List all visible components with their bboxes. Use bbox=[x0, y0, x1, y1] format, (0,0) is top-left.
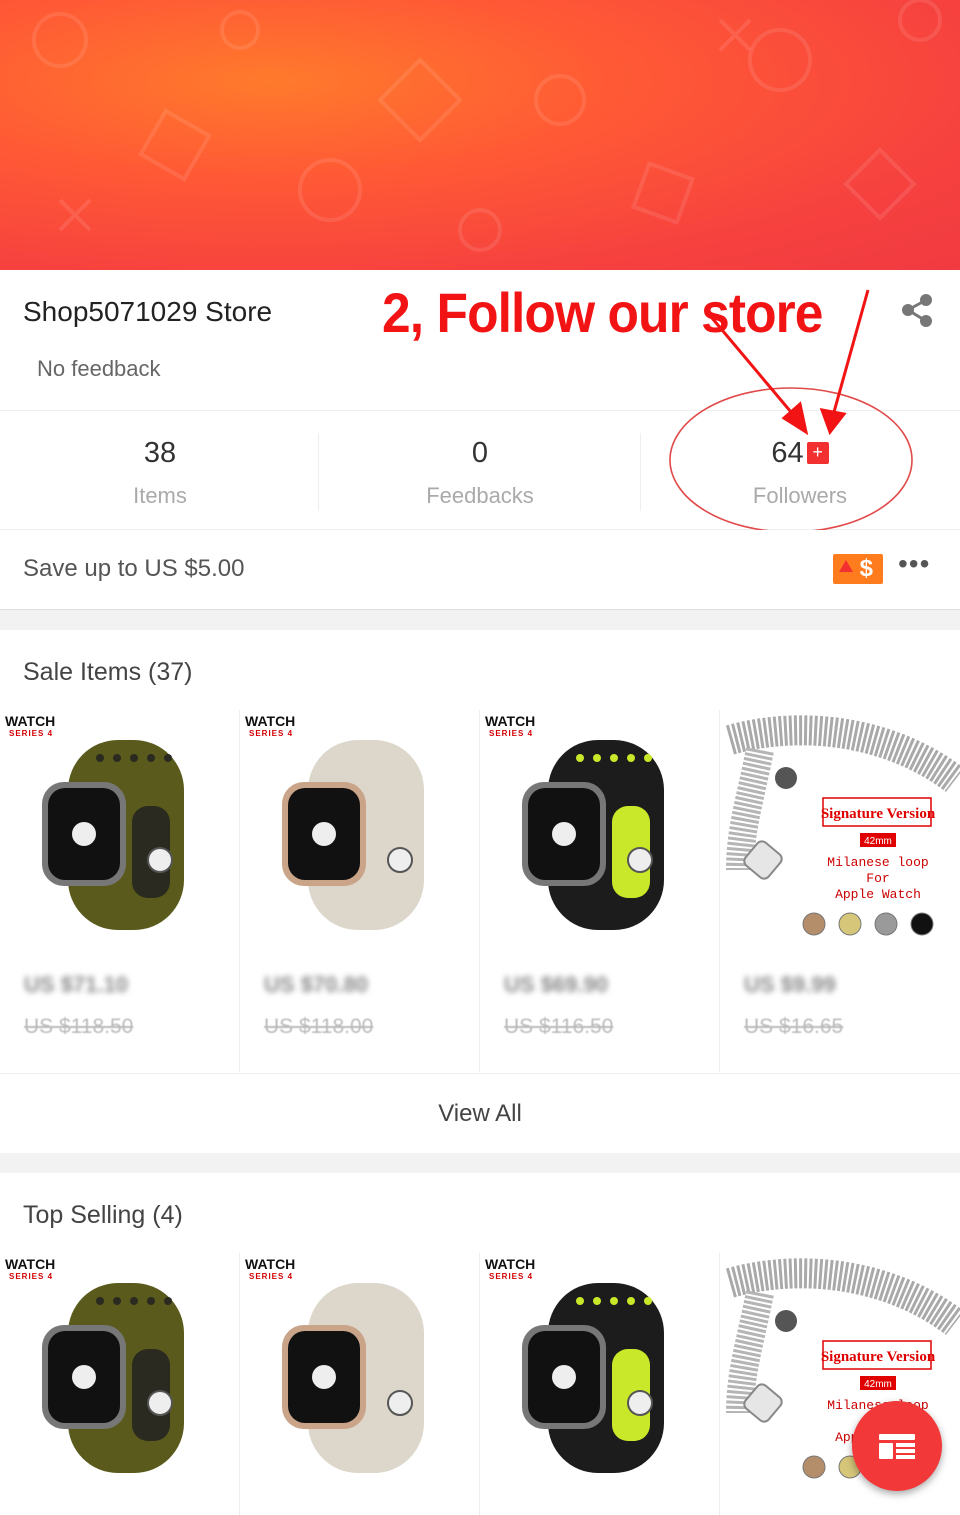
product-card[interactable]: WATCH SERIES 4 US $69.90 US $116.50 bbox=[480, 710, 720, 1072]
product-badge-sub: SERIES 4 bbox=[249, 1272, 294, 1281]
more-options-icon[interactable]: ••• bbox=[898, 550, 934, 585]
stat-feedbacks[interactable]: 0 Feedbacks bbox=[320, 411, 640, 529]
store-banner bbox=[0, 0, 960, 270]
product-card[interactable]: Signature Version 42mm Milanese loopForApp… bbox=[720, 710, 960, 1072]
items-label: Items bbox=[133, 483, 187, 508]
svg-text:For: For bbox=[866, 871, 889, 886]
svg-text:42mm: 42mm bbox=[864, 1379, 892, 1390]
followers-label: Followers bbox=[752, 483, 848, 508]
coupon-text: Save up to US $5.00 bbox=[23, 555, 245, 582]
coupon-row[interactable]: Save up to US $5.00 $ ••• bbox=[0, 530, 960, 610]
list-icon bbox=[879, 1434, 915, 1459]
product-image: Signature Version 42mm Milanese loopForApp… bbox=[725, 715, 960, 936]
banner-pattern bbox=[32, 0, 942, 252]
stat-followers[interactable]: 64 + Followers bbox=[640, 411, 960, 529]
sale-items-section: Sale Items (37) WATCH SERIES 4 US $71.10 US… bbox=[0, 630, 960, 1073]
product-original-price: US $116.50 bbox=[504, 1015, 614, 1038]
top-selling-section: Top Selling (4) WATCH SERIES 4 WATCH SERIES… bbox=[0, 1173, 960, 1515]
product-original-price: US $118.00 bbox=[264, 1015, 374, 1038]
product-badge-sub: SERIES 4 bbox=[9, 1272, 54, 1281]
product-card[interactable]: WATCH SERIES 4 bbox=[480, 1253, 720, 1515]
store-name[interactable]: Shop5071029 Store bbox=[23, 296, 272, 328]
top-selling-grid: WATCH SERIES 4 WATCH SERIES 4 WATCH SERIES 4S… bbox=[0, 1253, 960, 1515]
coupon-bag-icon bbox=[839, 560, 853, 572]
product-price: US $9.99 bbox=[744, 972, 836, 997]
feedbacks-label: Feedbacks bbox=[426, 483, 534, 508]
followers-count-row: 64 + bbox=[640, 437, 960, 470]
product-image bbox=[42, 1283, 184, 1473]
coupon-icon[interactable]: $ bbox=[833, 554, 883, 584]
product-image bbox=[282, 740, 424, 930]
stat-divider bbox=[318, 433, 319, 511]
product-card[interactable]: WATCH SERIES 4 US $71.10 US $118.50 bbox=[0, 710, 240, 1072]
sale-items-title: Sale Items (37) bbox=[23, 658, 193, 686]
feedbacks-count: 0 bbox=[471, 437, 489, 469]
top-selling-title: Top Selling (4) bbox=[23, 1201, 183, 1229]
store-stats: 38 Items 0 Feedbacks 64 + Followers bbox=[0, 410, 960, 530]
follow-plus-icon[interactable]: + bbox=[806, 442, 829, 464]
annotation-follow-text: 2, Follow our store bbox=[382, 281, 823, 344]
sale-items-grid: WATCH SERIES 4 US $71.10 US $118.50 WATCH SER… bbox=[0, 710, 960, 1072]
svg-text:Apple Watch: Apple Watch bbox=[835, 887, 921, 902]
feedback-status: No feedback bbox=[37, 356, 161, 381]
product-badge: WATCH bbox=[245, 1256, 296, 1272]
stat-items[interactable]: 38 Items bbox=[0, 411, 320, 529]
product-badge-sub: SERIES 4 bbox=[489, 729, 534, 738]
product-badge: WATCH bbox=[485, 713, 536, 729]
items-count: 38 bbox=[143, 437, 177, 469]
product-badge-sub: SERIES 4 bbox=[489, 1272, 534, 1281]
product-badge-sub: SERIES 4 bbox=[9, 729, 54, 738]
product-card[interactable]: WATCH SERIES 4 US $70.80 US $118.00 bbox=[240, 710, 480, 1072]
svg-text:Signature Version: Signature Version bbox=[821, 806, 936, 822]
product-original-price: US $118.50 bbox=[24, 1015, 134, 1038]
view-all-button[interactable]: View All bbox=[0, 1073, 960, 1153]
share-button[interactable] bbox=[896, 290, 940, 334]
share-icon bbox=[902, 294, 932, 327]
product-badge: WATCH bbox=[245, 713, 296, 729]
product-badge: WATCH bbox=[485, 1256, 536, 1272]
store-categories-fab[interactable] bbox=[852, 1401, 942, 1491]
product-price: US $70.80 bbox=[264, 972, 368, 997]
product-image bbox=[522, 740, 664, 930]
product-image bbox=[522, 1283, 664, 1473]
product-badge: WATCH bbox=[5, 1256, 56, 1272]
followers-count: 64 bbox=[771, 437, 804, 469]
product-badge-sub: SERIES 4 bbox=[249, 729, 294, 738]
product-card[interactable]: WATCH SERIES 4 bbox=[0, 1253, 240, 1515]
product-original-price: US $16.65 bbox=[744, 1015, 844, 1038]
product-price: US $69.90 bbox=[504, 972, 608, 997]
product-card[interactable]: WATCH SERIES 4 bbox=[240, 1253, 480, 1515]
product-image bbox=[282, 1283, 424, 1473]
product-price: US $71.10 bbox=[24, 972, 128, 997]
product-image bbox=[42, 740, 184, 930]
svg-text:Milanese loop: Milanese loop bbox=[827, 855, 928, 870]
dollar-icon: $ bbox=[859, 555, 873, 582]
product-badge: WATCH bbox=[5, 713, 56, 729]
svg-text:42mm: 42mm bbox=[864, 836, 892, 847]
svg-text:Signature Version: Signature Version bbox=[821, 1349, 936, 1365]
